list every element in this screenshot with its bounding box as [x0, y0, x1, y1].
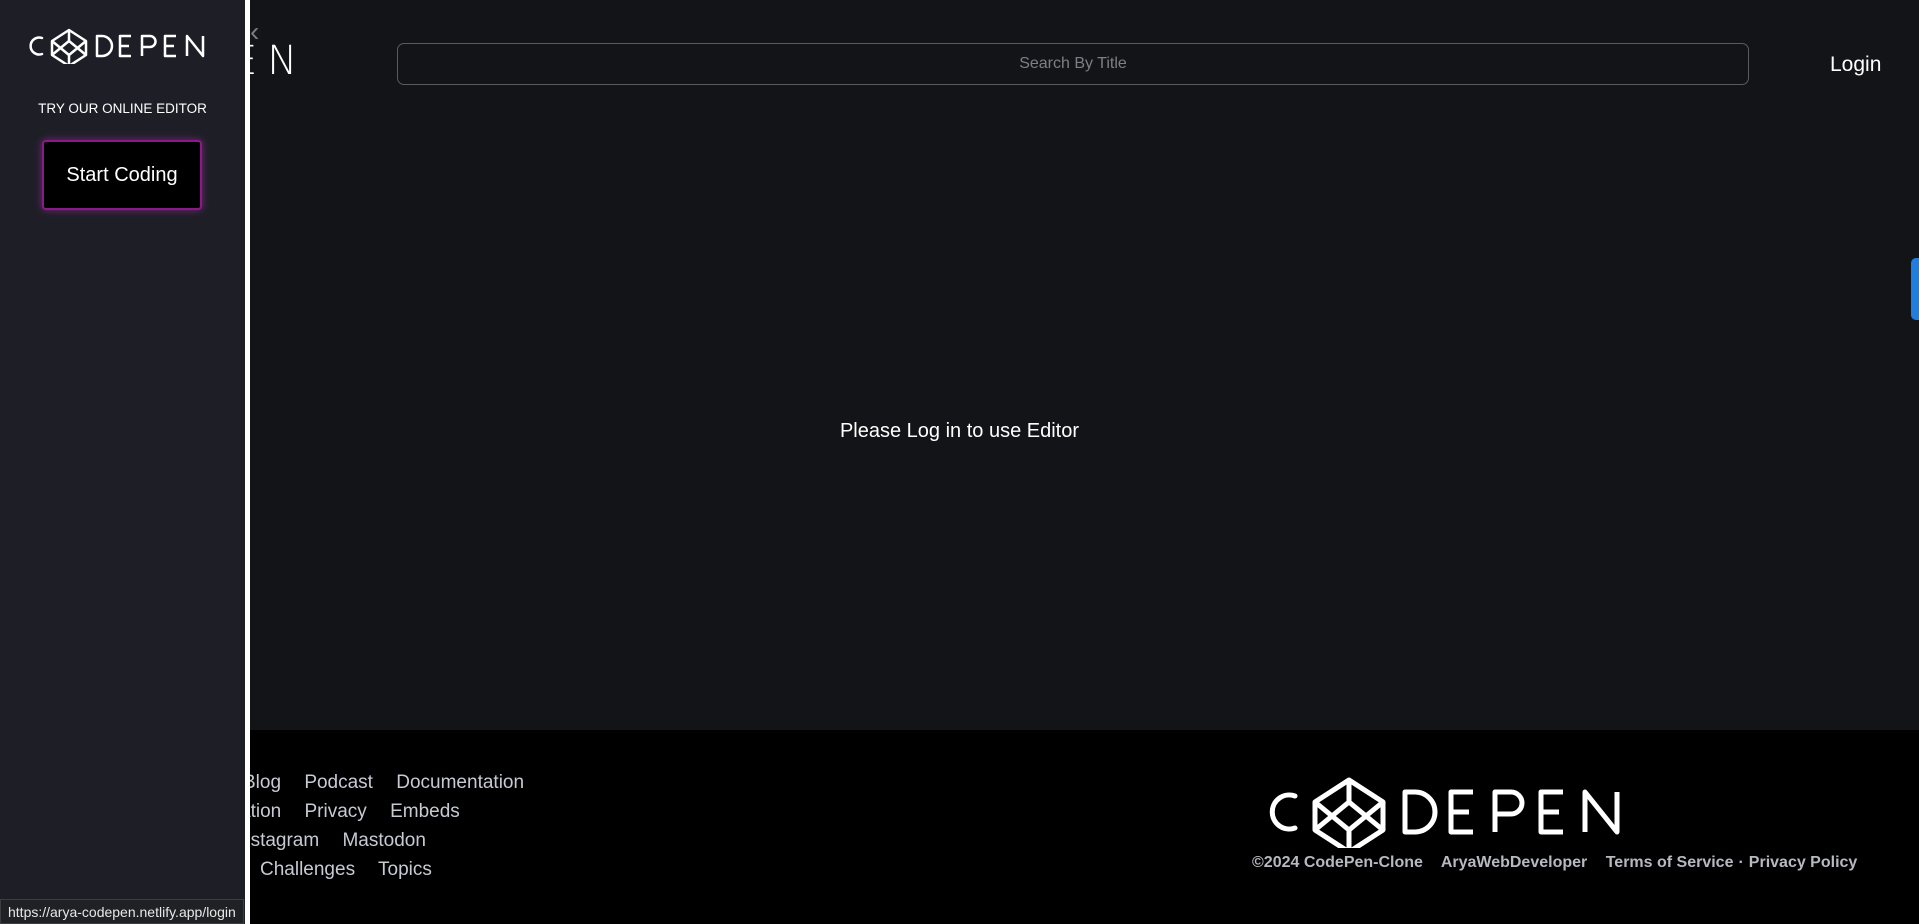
sidebar: TRY OUR ONLINE EDITOR Start Coding	[0, 0, 245, 924]
login-required-message: Please Log in to use Editor	[0, 420, 1919, 443]
copyright-text: ©2024 CodePen-Clone	[1252, 854, 1423, 871]
footer-link-challenges[interactable]: Challenges	[260, 859, 355, 880]
footer-link-instagram[interactable]: nstagram	[240, 830, 319, 851]
privacy-policy-link[interactable]: Privacy Policy	[1749, 854, 1858, 871]
footer-legal: ©2024 CodePen-Clone AryaWebDeveloper Ter…	[1252, 854, 1871, 872]
footer-link-topics[interactable]: Topics	[378, 859, 432, 880]
search-bar[interactable]	[397, 43, 1749, 85]
sidebar-logo[interactable]	[22, 26, 222, 69]
sidebar-divider[interactable]	[245, 0, 250, 924]
footer: Blog Podcast Documentation ation Privacy…	[0, 730, 1919, 924]
footer-link-embeds[interactable]: Embeds	[390, 801, 460, 822]
codepen-wordmark-icon	[1269, 777, 1620, 855]
terms-link[interactable]: Terms of Service	[1606, 854, 1734, 871]
side-tab[interactable]	[1911, 258, 1919, 320]
separator-dot: ·	[1738, 854, 1744, 871]
codepen-wordmark-icon	[29, 28, 205, 68]
status-bar-url: https://arya-codepen.netlify.app/login	[0, 899, 244, 924]
author-link[interactable]: AryaWebDeveloper	[1441, 854, 1587, 871]
sidebar-tagline: TRY OUR ONLINE EDITOR	[38, 101, 207, 116]
search-input[interactable]	[398, 43, 1748, 85]
footer-link-documentation[interactable]: Documentation	[396, 772, 524, 793]
start-coding-button[interactable]: Start Coding	[42, 140, 202, 210]
login-link[interactable]: Login	[1830, 53, 1881, 77]
footer-link-podcast[interactable]: Podcast	[304, 772, 373, 793]
footer-links-row: nstagram Mastodon	[240, 830, 444, 852]
login-required-text: Please Log in to use Editor	[839, 420, 1080, 442]
footer-links-row: Blog Podcast Documentation	[243, 772, 542, 794]
footer-links-row: ation Privacy Embeds	[240, 801, 478, 823]
footer-link-mastodon[interactable]: Mastodon	[342, 830, 425, 851]
footer-links-row: Challenges Topics	[260, 859, 450, 881]
codepen-cube-icon	[1312, 777, 1386, 855]
footer-link-privacy[interactable]: Privacy	[304, 801, 366, 822]
footer-logo[interactable]	[1255, 772, 1655, 855]
